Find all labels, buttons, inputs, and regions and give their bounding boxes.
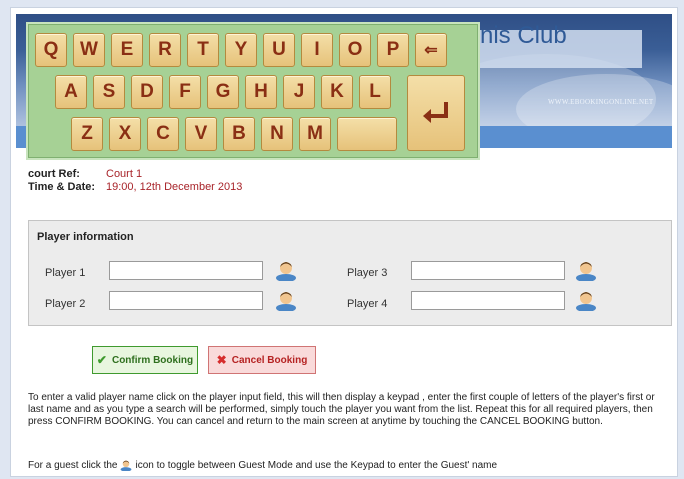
time-date-value: 19:00, 12th December 2013 [106, 181, 243, 193]
key-b[interactable]: B [223, 117, 255, 151]
key-t[interactable]: T [187, 33, 219, 67]
guest-person-icon[interactable] [275, 259, 297, 281]
club-title: nis Club [480, 22, 567, 49]
key-x[interactable]: X [109, 117, 141, 151]
key-g[interactable]: G [207, 75, 239, 109]
key-o[interactable]: O [339, 33, 371, 67]
key-f[interactable]: F [169, 75, 201, 109]
key-a[interactable]: A [55, 75, 87, 109]
key-r[interactable]: R [149, 33, 181, 67]
player-4-input[interactable] [411, 291, 565, 310]
court-ref-value: Court 1 [106, 168, 143, 180]
key-m[interactable]: M [299, 117, 331, 151]
court-ref-label: court Ref: [28, 168, 80, 180]
enter-arrow-icon [423, 102, 448, 123]
onscreen-keypad: Q W E R T Y U I O P ⇐ A S D F G H J K L Z X C V B N M [28, 24, 478, 158]
key-c[interactable]: C [147, 117, 179, 151]
player-info-title: Player information [37, 231, 134, 243]
guest-person-icon [121, 460, 132, 471]
checkmark-icon: ✔ [96, 353, 107, 367]
help-instructions: To enter a valid player name click on th… [28, 392, 655, 427]
confirm-booking-button[interactable]: ✔ Confirm Booking [92, 346, 198, 374]
enter-key[interactable] [407, 75, 465, 151]
guest-person-icon[interactable] [575, 289, 597, 311]
key-w[interactable]: W [73, 33, 105, 67]
player-2-input[interactable] [109, 291, 263, 310]
player-1-label: Player 1 [45, 267, 86, 279]
player-3-label: Player 3 [347, 267, 388, 279]
key-q[interactable]: Q [35, 33, 67, 67]
key-i[interactable]: I [301, 33, 333, 67]
space-key[interactable] [337, 117, 397, 151]
key-n[interactable]: N [261, 117, 293, 151]
cross-icon: ✖ [216, 353, 227, 367]
cancel-booking-button[interactable]: ✖ Cancel Booking [208, 346, 316, 374]
site-url: WWW.EBOOKINGONLINE.NET [548, 98, 654, 106]
key-k[interactable]: K [321, 75, 353, 109]
guest-person-icon[interactable] [275, 289, 297, 311]
guest-instructions: For a guest click the icon to toggle bet… [28, 459, 497, 471]
player-2-label: Player 2 [45, 298, 86, 310]
key-j[interactable]: J [283, 75, 315, 109]
time-date-label: Time & Date: [28, 181, 96, 193]
key-l[interactable]: L [359, 75, 391, 109]
player-1-input[interactable] [109, 261, 263, 280]
player-3-input[interactable] [411, 261, 565, 280]
backspace-key[interactable]: ⇐ [415, 33, 447, 67]
guest-text-before: For a guest click the [28, 459, 118, 471]
key-h[interactable]: H [245, 75, 277, 109]
guest-person-icon[interactable] [575, 259, 597, 281]
confirm-booking-label: Confirm Booking [111, 354, 194, 366]
cancel-booking-label: Cancel Booking [231, 354, 308, 366]
player-4-label: Player 4 [347, 298, 388, 310]
key-s[interactable]: S [93, 75, 125, 109]
player-info-panel: Player information Player 1 Player 2 Pla… [28, 220, 672, 326]
key-p[interactable]: P [377, 33, 409, 67]
key-z[interactable]: Z [71, 117, 103, 151]
key-v[interactable]: V [185, 117, 217, 151]
key-u[interactable]: U [263, 33, 295, 67]
guest-text-after: icon to toggle between Guest Mode and us… [135, 459, 498, 471]
key-y[interactable]: Y [225, 33, 257, 67]
key-e[interactable]: E [111, 33, 143, 67]
key-d[interactable]: D [131, 75, 163, 109]
court-details: court Ref: Court 1 Time & Date: 19:00, 1… [28, 168, 242, 194]
